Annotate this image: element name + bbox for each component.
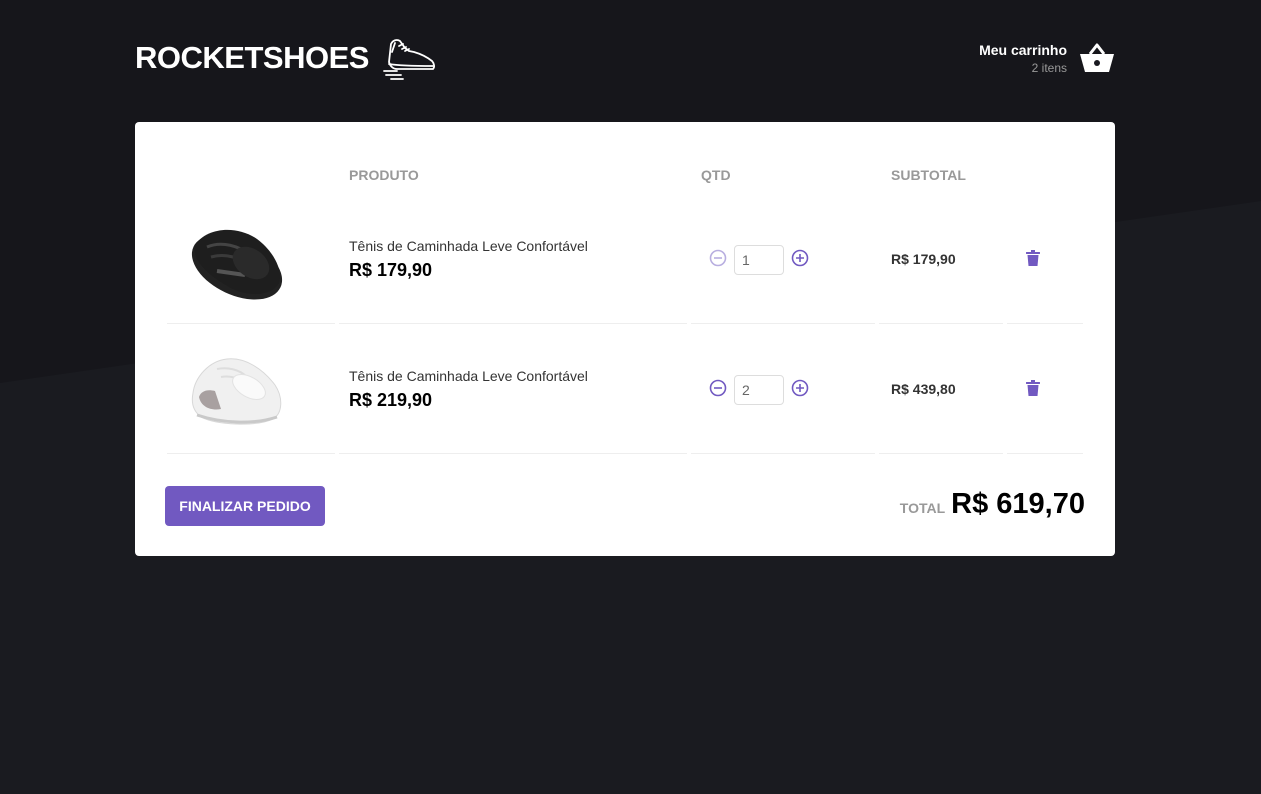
decrement-button[interactable]	[709, 249, 727, 267]
total-value: R$ 619,70	[951, 488, 1085, 520]
column-header-subtotal: SUBTOTAL	[891, 167, 966, 183]
cart-link[interactable]: Meu carrinho 2 itens	[979, 42, 1115, 75]
cart-title: Meu carrinho	[979, 41, 1067, 58]
shopping-basket-icon	[1080, 43, 1114, 72]
decrement-button[interactable]	[709, 379, 727, 397]
site-header: ROCKETSHOES Meu carrinho 2 itens	[135, 28, 1115, 88]
divider	[339, 453, 687, 454]
cart-panel: PRODUTO QTD SUBTOTAL Tênis de Caminhada …	[135, 122, 1115, 556]
product-price: R$ 179,90	[349, 260, 433, 280]
quantity-input[interactable]	[734, 245, 784, 275]
product-image	[167, 204, 307, 314]
delete-icon[interactable]	[1026, 250, 1040, 266]
table-row: Tênis de Caminhada Leve Confortável R$ 2…	[135, 324, 1115, 454]
product-image	[167, 334, 307, 444]
shoe-image-icon	[191, 229, 283, 300]
checkout-button[interactable]: FINALIZAR PEDIDO	[165, 486, 325, 526]
product-name: Tênis de Caminhada Leve Confortável	[349, 368, 588, 384]
divider	[879, 453, 1003, 454]
increment-button[interactable]	[791, 249, 809, 267]
divider	[167, 453, 335, 454]
column-header-quantity: QTD	[701, 167, 731, 183]
delete-icon[interactable]	[1026, 380, 1040, 396]
quantity-input[interactable]	[734, 375, 784, 405]
table-row: Tênis de Caminhada Leve Confortável R$ 1…	[135, 194, 1115, 324]
product-name: Tênis de Caminhada Leve Confortável	[349, 238, 588, 254]
logo-text: ROCKETSHOES	[135, 40, 369, 75]
row-subtotal: R$ 439,80	[891, 381, 956, 397]
shoe-image-icon	[191, 358, 282, 425]
cart-count: 2 itens	[1031, 60, 1067, 75]
order-total: TOTAL R$ 619,70	[900, 488, 1085, 521]
column-header-product: PRODUTO	[349, 167, 419, 183]
divider	[1007, 453, 1083, 454]
increment-button[interactable]	[791, 379, 809, 397]
row-subtotal: R$ 179,90	[891, 251, 956, 267]
divider	[691, 453, 875, 454]
total-label: TOTAL	[899, 500, 946, 516]
product-price: R$ 219,90	[349, 390, 433, 410]
logo-link[interactable]: ROCKETSHOES	[135, 36, 437, 80]
running-shoe-icon	[383, 39, 435, 80]
